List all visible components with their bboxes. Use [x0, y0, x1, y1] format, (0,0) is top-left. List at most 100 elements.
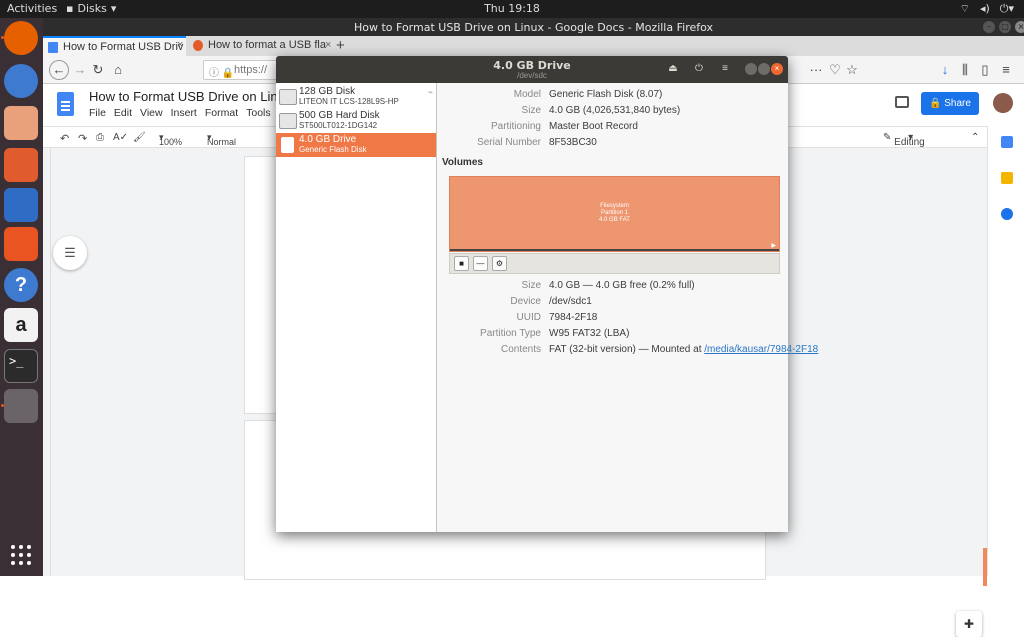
amazon-icon[interactable]: a [4, 308, 38, 342]
forward-button[interactable]: → [71, 61, 89, 79]
volume-filesystem: Filesystem [600, 203, 629, 209]
docs-logo-icon[interactable] [57, 92, 74, 116]
hard-disk-icon [279, 89, 297, 105]
firefox-icon[interactable] [4, 21, 38, 55]
thunderbird-icon[interactable] [4, 64, 38, 98]
spellcheck-icon[interactable]: A✓ [113, 132, 128, 143]
mode-select[interactable]: ✎ Editing ▾ [883, 132, 925, 148]
library-icon[interactable]: ⫼ [956, 61, 974, 79]
share-label: Share [944, 98, 971, 109]
help-icon[interactable]: ? [4, 268, 38, 302]
info-key: Model [513, 89, 541, 100]
paint-format-icon[interactable]: 🖌 [133, 132, 146, 143]
style-select[interactable]: Normal text ▾ [207, 132, 236, 157]
info-value: 7984-2F18 [549, 312, 598, 323]
drive-model: Generic Flash Disk [299, 145, 367, 154]
url-bar[interactable]: ⓘ 🔒 https:// [203, 60, 277, 80]
terminal-icon[interactable]: >_ [4, 349, 38, 383]
comments-icon[interactable] [895, 96, 909, 108]
menu-tools[interactable]: Tools [246, 107, 271, 119]
drive-item[interactable]: 128 GB Disk LITEON IT LCS-128L9S-HP ⌁ [276, 85, 436, 109]
info-value: W95 FAT32 (LBA) [549, 328, 630, 339]
back-button[interactable]: ← [49, 60, 69, 80]
stop-unmount-button[interactable]: ■ [454, 256, 469, 271]
share-button[interactable]: 🔒 Share [921, 92, 979, 115]
close-button[interactable]: × [1015, 21, 1024, 33]
tab-how-to-format-usb-drive[interactable]: How to Format USB Driv [43, 36, 186, 56]
undo-icon[interactable]: ↶ [60, 132, 69, 145]
hamburger-menu-icon[interactable]: ≡ [997, 61, 1015, 79]
menu-format[interactable]: Format [205, 107, 238, 119]
disks-icon[interactable] [4, 389, 38, 423]
tab-strip: How to Format USB Driv × How to format a… [43, 36, 1024, 56]
files-icon[interactable] [4, 106, 38, 140]
drive-menu-icon[interactable]: ≡ [716, 61, 734, 77]
info-value: /dev/sdc1 [549, 296, 592, 307]
power-off-icon[interactable]: ⏻ [690, 61, 708, 77]
window-title: How to Format USB Drive on Linux - Googl… [353, 21, 714, 34]
redo-icon[interactable]: ↷ [78, 132, 87, 145]
close-tab-icon[interactable]: × [177, 39, 183, 51]
downloads-icon[interactable]: ↓ [936, 61, 954, 79]
settings-gear-icon[interactable]: ⚙ [492, 256, 507, 271]
info-key: UUID [516, 312, 541, 323]
eject-icon[interactable]: ⏏ [664, 61, 682, 77]
url-text: https:// [234, 64, 268, 76]
menu-view[interactable]: View [140, 107, 163, 119]
writer-icon[interactable] [4, 188, 38, 222]
page-actions-icon[interactable]: ··· [807, 61, 825, 79]
info-value: 8F53BC30 [549, 137, 597, 148]
contents-text: FAT (32-bit version) — Mounted at [549, 344, 702, 355]
document-outline-icon[interactable]: ☰ [53, 236, 87, 270]
keep-icon[interactable] [1001, 172, 1013, 184]
info-value: Master Boot Record [549, 121, 638, 132]
delete-partition-button[interactable]: — [473, 256, 488, 271]
reload-button[interactable]: ↻ [89, 61, 107, 79]
sidebar-icon[interactable]: ▯ [976, 61, 994, 79]
show-applications-icon[interactable] [11, 545, 32, 566]
zoom-select[interactable]: 100% ▾ [159, 132, 182, 147]
close-tab-icon[interactable]: × [325, 39, 331, 51]
drive-item-selected[interactable]: 4.0 GB Drive Generic Flash Disk [276, 133, 436, 157]
bookmark-star-icon[interactable]: ☆ [843, 61, 861, 79]
menu-edit[interactable]: Edit [114, 107, 132, 119]
document-title[interactable]: How to Format USB Drive on Linux [89, 89, 291, 104]
avatar[interactable] [993, 93, 1013, 113]
hard-disk-icon [279, 113, 297, 129]
mount-point-link[interactable]: /media/kausar/7984-2F18 [704, 344, 818, 355]
site-favicon [193, 40, 203, 51]
volume-partition: Partition 1 [600, 210, 628, 216]
info-key: Partition Type [480, 328, 541, 339]
minimize-button[interactable]: – [983, 21, 995, 33]
drive-model: LITEON IT LCS-128L9S-HP [299, 97, 399, 106]
volume-icon: ◂) [979, 2, 990, 15]
explore-icon[interactable]: ✚ [956, 611, 982, 637]
drive-item[interactable]: 500 GB Hard Disk ST500LT012-1DG142 [276, 109, 436, 133]
wifi-icon: ⌔ [959, 2, 970, 15]
volume-size: 4.0 GB FAT [599, 217, 630, 223]
rhythmbox-icon[interactable] [4, 148, 38, 182]
tab-how-to-format-usb-flash[interactable]: How to format a USB fla [188, 36, 334, 56]
docs-menu-bar: File Edit View Insert Format Tools Ad [89, 107, 291, 119]
clock[interactable]: Thu 19:18 [0, 2, 1024, 15]
software-icon[interactable] [4, 227, 38, 261]
drive-details: Model Generic Flash Disk (8.07) Size 4.0… [437, 83, 818, 532]
menu-insert[interactable]: Insert [171, 107, 197, 119]
maximize-button[interactable] [758, 63, 770, 75]
pocket-icon[interactable]: ♡ [826, 61, 844, 79]
menu-file[interactable]: File [89, 107, 106, 119]
info-key: Serial Number [477, 137, 541, 148]
tasks-icon[interactable] [1001, 208, 1013, 220]
collapse-icon[interactable]: ⌃ [971, 132, 979, 143]
calendar-icon[interactable] [1001, 136, 1013, 148]
close-button[interactable]: × [771, 63, 783, 75]
system-tray[interactable]: ⌔ ◂) ⏻▾ [960, 2, 1014, 16]
home-button[interactable]: ⌂ [109, 61, 127, 79]
print-icon[interactable]: ⎙ [96, 132, 104, 143]
volume-partition-block[interactable]: Filesystem Partition 1 4.0 GB FAT ▶ [449, 176, 780, 252]
new-tab-button[interactable]: + [336, 37, 345, 54]
tab-label: How to format a USB fla [208, 39, 326, 51]
minimize-button[interactable] [745, 63, 757, 75]
drive-name: 128 GB Disk [299, 86, 356, 97]
maximize-button[interactable]: □ [999, 21, 1011, 33]
